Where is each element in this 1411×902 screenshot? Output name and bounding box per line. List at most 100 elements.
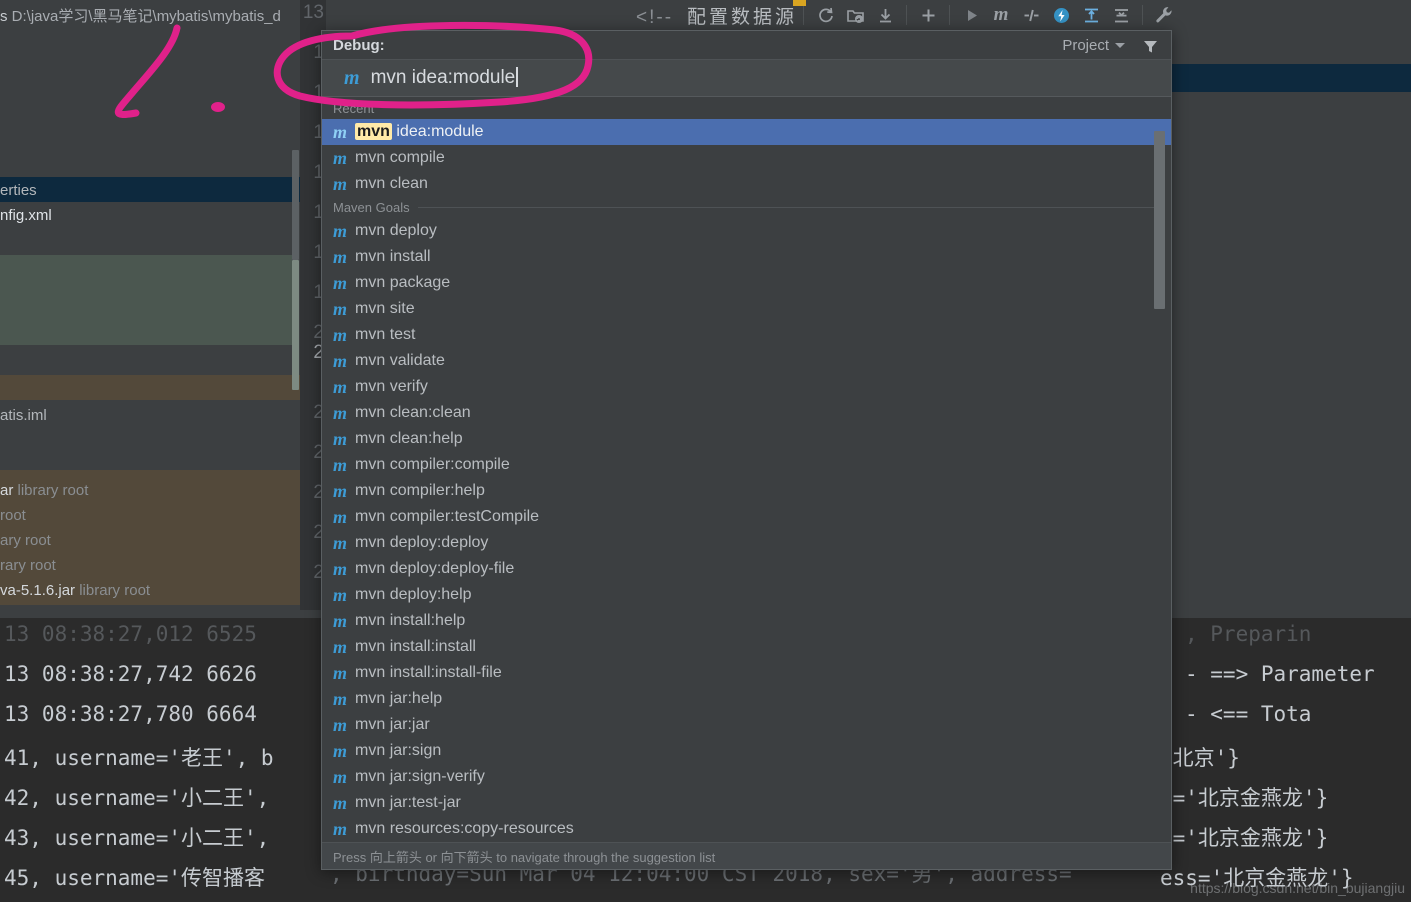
library-root-row[interactable]: ar library root	[0, 482, 88, 499]
library-root-row[interactable]: root	[0, 507, 26, 524]
section-header-maven-goals: Maven Goals	[322, 197, 1171, 218]
list-item[interactable]: m mvn jar:jar	[322, 712, 1171, 738]
popup-header: Debug: Project	[322, 31, 1171, 60]
list-item-label: mvn clean	[355, 175, 428, 192]
library-root-row[interactable]: va-5.1.6.jar library root	[0, 582, 150, 599]
library-root-row[interactable]: rary root	[0, 557, 56, 574]
list-item[interactable]: m mvn deploy:deploy-file	[322, 556, 1171, 582]
console-line: 13 08:38:27,780 6664	[4, 702, 257, 726]
folder-sync-icon[interactable]	[840, 0, 870, 30]
list-item-label: mvn jar:test-jar	[355, 794, 461, 811]
project-tree-scrollbar[interactable]	[292, 150, 299, 260]
list-item[interactable]: m mvn test	[322, 322, 1171, 348]
list-item[interactable]: m mvn package	[322, 270, 1171, 296]
popup-footer: Press 向上箭头 or 向下箭头 to navigate through t…	[322, 842, 1171, 869]
list-item[interactable]: m mvn verify	[322, 374, 1171, 400]
list-item[interactable]: m mvn compiler:testCompile	[322, 504, 1171, 530]
list-item[interactable]: m mvn compile	[322, 145, 1171, 171]
console-line-right: s='北京金燕龙'}	[1160, 826, 1329, 850]
project-tree-item-iml[interactable]: atis.iml	[0, 407, 47, 424]
maven-m-icon: m	[333, 122, 348, 142]
list-item-label: mvn compile	[355, 149, 445, 166]
console-line-right: , Preparin	[1185, 622, 1312, 646]
maven-m-icon: m	[333, 689, 348, 709]
run-icon[interactable]	[956, 0, 986, 30]
list-item[interactable]: m mvn resources:copy-resources	[322, 816, 1171, 842]
list-item[interactable]: m mvn site	[322, 296, 1171, 322]
skip-tests-icon[interactable]	[1016, 0, 1046, 30]
maven-goals-list[interactable]: m mvn deploy m mvn install m mvn package m mvn …	[322, 218, 1171, 842]
warning-marker-icon	[793, 0, 807, 6]
list-item[interactable]: m mvn jar:test-jar	[322, 790, 1171, 816]
maven-m-icon: m	[333, 715, 348, 735]
project-tree-panel[interactable]: erties nfig.xml atis.iml ar library root…	[0, 30, 300, 610]
console-line: 13 08:38:27,742 6626	[4, 662, 257, 686]
filter-icon[interactable]	[1142, 38, 1159, 60]
list-item[interactable]: m mvn deploy:help	[322, 582, 1171, 608]
library-root-suffix: ary root	[0, 532, 51, 549]
project-tree-selected-row[interactable]	[0, 177, 300, 202]
toolbar-divider-4	[1142, 5, 1144, 25]
library-root-row[interactable]: ary root	[0, 532, 51, 549]
maven-m-icon: m	[333, 819, 348, 839]
suggestion-scrollbar-thumb[interactable]	[1154, 131, 1165, 309]
list-item[interactable]: m mvn clean:clean	[322, 400, 1171, 426]
project-scope-selector[interactable]: Project	[1062, 37, 1125, 54]
list-item[interactable]: m mvn deploy:deploy	[322, 530, 1171, 556]
project-tree-item-config-xml[interactable]: nfig.xml	[0, 207, 52, 224]
wrench-icon[interactable]	[1149, 0, 1179, 30]
maven-m-icon: m	[333, 663, 348, 683]
list-item[interactable]: m mvn compiler:help	[322, 478, 1171, 504]
maven-m-icon: m	[333, 637, 348, 657]
list-item[interactable]: m mvn jar:sign-verify	[322, 764, 1171, 790]
list-item[interactable]: m mvn jar:help	[322, 686, 1171, 712]
console-line: 13 08:38:27,012 6525	[4, 622, 257, 646]
expand-icon[interactable]	[1076, 0, 1106, 30]
list-item[interactable]: m mvn install:help	[322, 608, 1171, 634]
editor-comment-tag: <!-- 配置数据源	[636, 0, 807, 29]
command-input-text: mvn idea:module	[370, 67, 516, 88]
maven-m-icon[interactable]: m	[986, 0, 1016, 30]
list-item-label: mvn deploy:help	[355, 586, 472, 603]
command-input-value[interactable]: mvn idea:module	[371, 67, 518, 89]
maven-m-icon: m	[333, 273, 348, 293]
collapse-icon[interactable]	[1106, 0, 1136, 30]
maven-m-icon: m	[333, 299, 348, 319]
plus-icon[interactable]	[913, 0, 943, 30]
library-root-suffix: rary root	[0, 557, 56, 574]
list-item[interactable]: m mvn install:install	[322, 634, 1171, 660]
list-item-label: mvn install:install	[355, 638, 476, 655]
command-input-row[interactable]: m mvn idea:module	[322, 60, 1171, 97]
maven-m-icon: m	[333, 174, 348, 194]
list-item[interactable]: m mvn validate	[322, 348, 1171, 374]
list-item-label: mvn deploy	[355, 222, 437, 239]
maven-m-icon: m	[333, 481, 348, 501]
list-item[interactable]: m mvn compiler:compile	[322, 452, 1171, 478]
list-item-label: mvn package	[355, 274, 451, 291]
debug-run-anything-popup[interactable]: Debug: Project m mvn idea:module Recent …	[321, 30, 1172, 870]
project-tree-olive-block	[0, 375, 300, 400]
library-root-suffix: library root	[17, 482, 89, 499]
project-tree-item-label: erties	[0, 182, 37, 199]
list-item[interactable]: m mvn idea:module	[322, 119, 1171, 145]
project-tree-item-properties[interactable]: erties	[0, 182, 37, 199]
list-item[interactable]: m mvn install:install-file	[322, 660, 1171, 686]
list-item-label: mvn install:install-file	[355, 664, 502, 681]
suggestion-list[interactable]: Recent m mvn idea:module m mvn compile m…	[322, 98, 1171, 842]
list-item[interactable]: m mvn install	[322, 244, 1171, 270]
download-icon[interactable]	[870, 0, 900, 30]
list-item[interactable]: m mvn clean	[322, 171, 1171, 197]
project-tree-scrollbar-2[interactable]	[292, 260, 299, 390]
section-divider	[417, 207, 1163, 208]
maven-m-icon: m	[333, 559, 348, 579]
editor-right-strip[interactable]	[1160, 30, 1411, 610]
library-root-name: ar	[0, 482, 14, 499]
list-item[interactable]: m mvn jar:sign	[322, 738, 1171, 764]
list-item[interactable]: m mvn deploy	[322, 218, 1171, 244]
refresh-icon[interactable]	[810, 0, 840, 30]
execute-goal-icon[interactable]	[1046, 0, 1076, 30]
section-label: Recent	[333, 101, 375, 116]
list-item[interactable]: m mvn clean:help	[322, 426, 1171, 452]
toolbar-divider-2	[906, 5, 908, 25]
list-item-label: mvn idea:module	[355, 123, 484, 141]
